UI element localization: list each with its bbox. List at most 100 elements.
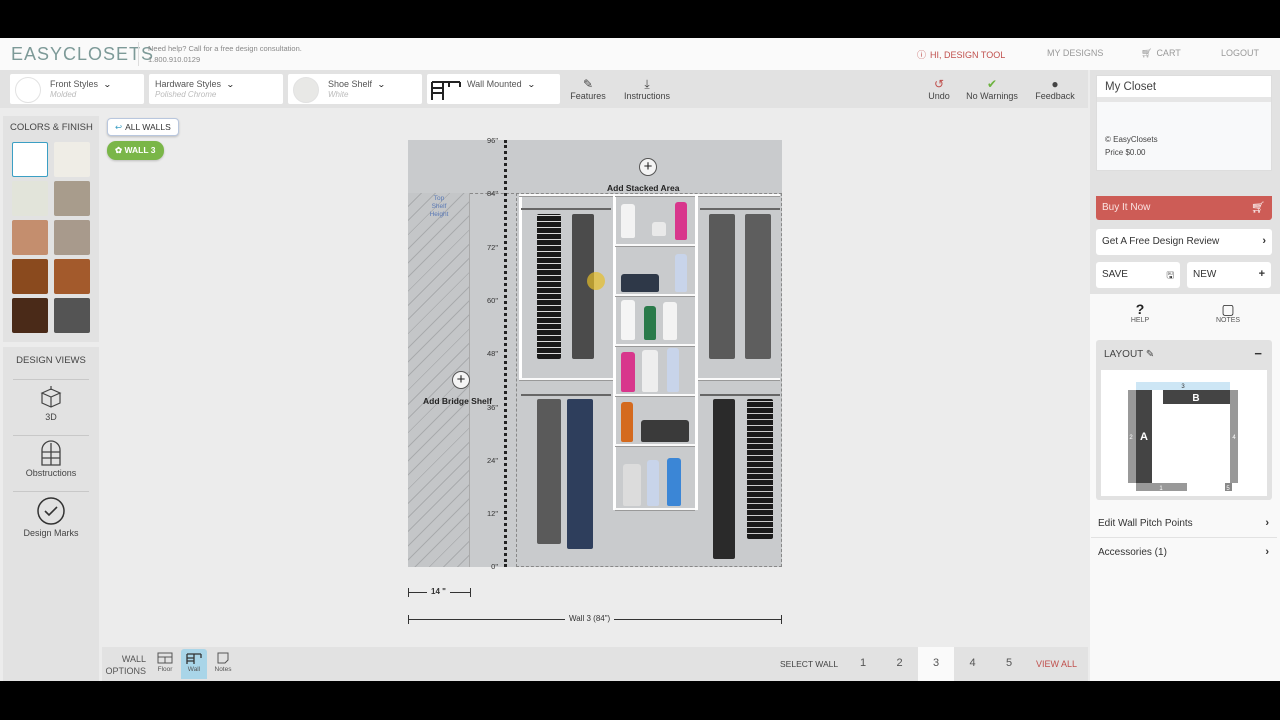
buy-it-now-button[interactable]: Buy It Now 🛒︎ [1096, 196, 1272, 220]
wall-mounted-dropdown[interactable]: Wall Mounted ⌄ [427, 74, 560, 104]
garment [709, 214, 735, 359]
edit-wall-pitch-link[interactable]: Edit Wall Pitch Points › [1091, 510, 1277, 538]
help-text: Need help? Call for a free design consul… [148, 43, 302, 65]
view-design-marks-button[interactable]: Design Marks [13, 491, 89, 549]
layout-panel: LAYOUT ✎ − 3 2 4 1 5 A B [1096, 340, 1272, 500]
wall-canvas[interactable]: Top Shelf Height 96" 84" 72" 60" 48" 36" 24" 12… [408, 136, 782, 571]
feedback-button[interactable]: ● Feedback [1034, 78, 1076, 102]
shelf-item [675, 254, 687, 292]
view-obstructions-button[interactable]: Obstructions [13, 435, 89, 491]
nav-my-designs[interactable]: MY DESIGNS [1047, 48, 1103, 58]
section-a-label: A [1140, 431, 1148, 443]
all-walls-button[interactable]: ↩ ALL WALLS [107, 118, 179, 136]
shelf-item [641, 420, 689, 442]
cart-icon: 🛒︎ [1251, 202, 1265, 214]
help-line: Need help? Call for a free design consul… [148, 44, 302, 53]
design-views-panel: DESIGN VIEWS 3D Obstructions Design Mark… [3, 347, 99, 681]
check-circle-icon [37, 497, 65, 525]
current-wall-label: WALL 3 [124, 145, 156, 155]
divider [138, 42, 139, 66]
chevron-down-icon: ⌄ [526, 80, 536, 89]
top-shelf-height-label: Top Shelf Height [429, 195, 449, 218]
shelf [615, 194, 695, 197]
layout-title: LAYOUT [1104, 349, 1144, 360]
color-swatch[interactable] [54, 220, 90, 255]
hanging-rod [700, 208, 780, 210]
current-wall-chip[interactable]: ✿ WALL 3 [107, 141, 164, 160]
height-ruler [504, 140, 510, 567]
view-all-link[interactable]: VIEW ALL [1036, 659, 1077, 669]
chevron-down-icon: ⌄ [103, 80, 112, 89]
new-button[interactable]: NEW + [1187, 262, 1271, 288]
shelf [698, 194, 780, 197]
colors-finish-panel: COLORS & FINISH [3, 116, 99, 342]
cube-icon [40, 386, 62, 408]
no-warnings-button[interactable]: ✔ No Warnings [964, 78, 1020, 102]
bottom-bar: WALL OPTIONS Floor Wall Notes SELECT WAL… [102, 647, 1088, 681]
features-label: Features [570, 91, 606, 101]
dropdown-value: White [328, 90, 349, 99]
color-swatch[interactable] [54, 259, 90, 294]
free-review-button[interactable]: Get A Free Design Review › [1096, 229, 1272, 255]
wall-select-1[interactable]: 1 [845, 647, 881, 681]
color-swatch[interactable] [12, 181, 48, 216]
color-swatch[interactable] [12, 259, 48, 294]
ruler-label: 48" [486, 349, 498, 359]
edit-icon[interactable]: ✎ [1146, 349, 1154, 360]
help-button[interactable]: ? HELP [1126, 302, 1154, 325]
add-bridge-shelf-button[interactable]: + [452, 371, 470, 389]
shelf-item [663, 302, 677, 340]
nav-cart[interactable]: 🛒︎ CART [1141, 48, 1181, 59]
color-swatch[interactable] [12, 142, 48, 177]
accessories-label: Accessories (1) [1098, 547, 1167, 558]
shoe-shelf-dropdown[interactable]: Shoe Shelf ⌄ White [288, 74, 422, 104]
color-swatch[interactable] [12, 220, 48, 255]
tab-notes[interactable]: Notes [210, 649, 236, 679]
add-stacked-area-button[interactable]: + [639, 158, 657, 176]
closet-unit[interactable] [516, 193, 782, 567]
undo-button[interactable]: ↺ Undo [925, 78, 953, 102]
tab-wall[interactable]: Wall [181, 649, 207, 679]
right-panel: My Closet © EasyClosets Price $0.00 Buy I… [1090, 70, 1280, 681]
color-swatch[interactable] [12, 298, 48, 333]
shelf-item [623, 464, 641, 506]
phone-number[interactable]: 1.800.910.0129 [148, 54, 302, 65]
tab-floor[interactable]: Floor [152, 649, 178, 679]
notes-button[interactable]: ▢ NOTES [1212, 302, 1244, 325]
wall-select-2[interactable]: 2 [882, 647, 918, 681]
shelf [519, 194, 613, 197]
shelf-item [621, 274, 659, 292]
color-swatch[interactable] [54, 298, 90, 333]
color-swatch[interactable] [54, 181, 90, 216]
notes-label: NOTES [1215, 317, 1241, 324]
chevron-down-icon: ⌄ [377, 80, 386, 89]
hardware-styles-dropdown[interactable]: Hardware Styles ⌄ Polished Chrome [149, 74, 283, 104]
closet-name[interactable]: My Closet [1097, 76, 1271, 102]
chevron-right-icon: › [1262, 235, 1266, 247]
accessories-link[interactable]: Accessories (1) › [1091, 539, 1277, 567]
shelf-item [667, 348, 679, 392]
wall-dimension-label: Wall 3 (84") [565, 614, 615, 623]
nav-logout[interactable]: LOGOUT [1221, 48, 1259, 58]
nav-user[interactable]: ⓘ HI, DESIGN TOOL [917, 48, 1005, 61]
wall-select-3[interactable]: 3 [918, 647, 954, 681]
shelf [615, 244, 695, 247]
front-styles-dropdown[interactable]: Front Styles ⌄ Molded [10, 74, 144, 104]
wall-select-4[interactable]: 4 [955, 647, 991, 681]
view-3d-button[interactable]: 3D [13, 379, 89, 435]
save-button[interactable]: SAVE 🖫 [1096, 262, 1180, 288]
logo[interactable]: EASYCLOSETS [11, 44, 154, 65]
garment [745, 214, 771, 359]
collapse-icon[interactable]: − [1254, 346, 1262, 361]
shelf [615, 294, 695, 297]
view-label: Obstructions [25, 468, 77, 478]
wall-select-5[interactable]: 5 [991, 647, 1027, 681]
view-label: 3D [45, 412, 57, 422]
instructions-button[interactable]: ⤓ Instructions [622, 78, 672, 102]
depth-dimension-label: 14 " [427, 587, 450, 596]
color-swatch[interactable] [54, 142, 90, 177]
layout-diagram: 3 2 4 1 5 A B [1128, 382, 1238, 492]
shelf-item [675, 202, 687, 240]
features-button[interactable]: ✎ Features [570, 78, 606, 102]
layout-map[interactable]: 3 2 4 1 5 A B [1101, 370, 1267, 496]
